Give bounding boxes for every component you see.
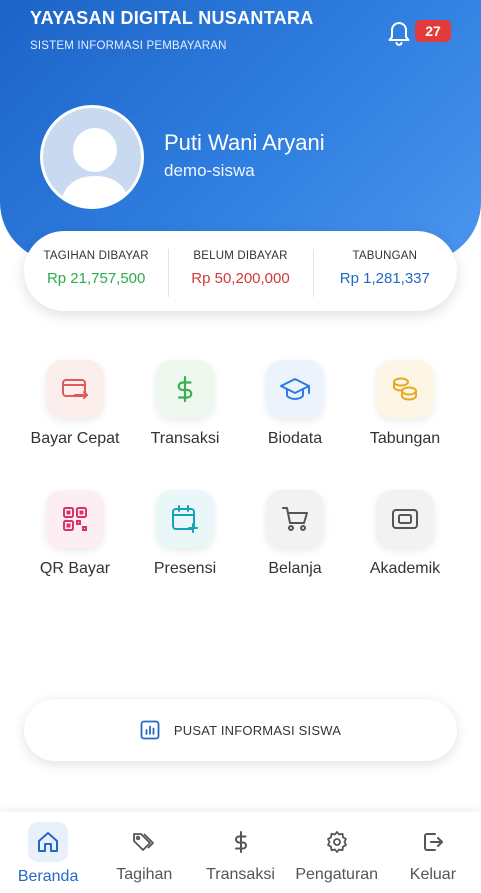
nav-label: Transaksi <box>206 866 275 883</box>
menu-label: QR Bayar <box>39 560 111 577</box>
avatar[interactable] <box>40 105 144 209</box>
bar-chart-icon <box>140 720 160 740</box>
tags-icon <box>133 833 155 851</box>
user-silhouette-icon <box>59 128 131 206</box>
dollar-icon <box>234 831 247 853</box>
summary-label: TAGIHAN DIBAYAR <box>43 250 149 262</box>
tablet-icon <box>392 509 418 529</box>
cart-icon <box>282 507 308 531</box>
menu-label: Bayar Cepat <box>30 430 120 447</box>
menu-label: Akademik <box>369 560 441 577</box>
summary-label: TABUNGAN <box>352 250 418 262</box>
nav-beranda[interactable]: Beranda <box>0 812 96 893</box>
menu-grid: Bayar Cepat Transaksi Biodata Tabungan Q… <box>20 360 460 620</box>
gear-icon <box>326 831 347 853</box>
nav-label: Pengaturan <box>295 866 379 883</box>
nav-keluar[interactable]: Keluar <box>385 812 481 893</box>
summary-paid[interactable]: TAGIHAN DIBAYAR Rp 21,757,500 <box>24 245 168 297</box>
graduation-cap-icon <box>280 378 310 400</box>
menu-akademik[interactable]: Akademik <box>350 490 460 620</box>
home-icon <box>38 832 59 852</box>
menu-biodata[interactable]: Biodata <box>240 360 350 490</box>
menu-label: Transaksi <box>150 430 220 447</box>
nav-transaksi[interactable]: Transaksi <box>192 812 288 893</box>
user-username: demo-siswa <box>164 161 255 180</box>
org-name: YAYASAN DIGITAL NUSANTARA <box>30 8 314 28</box>
payment-summary-card: TAGIHAN DIBAYAR Rp 21,757,500 BELUM DIBA… <box>24 231 457 311</box>
menu-label: Belanja <box>268 560 322 577</box>
summary-savings[interactable]: TABUNGAN Rp 1,281,337 <box>312 245 457 297</box>
menu-label: Presensi <box>153 560 217 577</box>
summary-unpaid[interactable]: BELUM DIBAYAR Rp 50,200,000 <box>168 245 312 297</box>
nav-tagihan[interactable]: Tagihan <box>96 812 192 893</box>
menu-qr-bayar[interactable]: QR Bayar <box>20 490 130 620</box>
coins-icon <box>393 377 417 401</box>
summary-label: BELUM DIBAYAR <box>193 250 288 262</box>
org-subtitle: SISTEM INFORMASI PEMBAYARAN <box>30 40 227 52</box>
nav-pengaturan[interactable]: Pengaturan <box>289 812 385 893</box>
bell-icon[interactable] <box>385 17 413 47</box>
menu-transaksi[interactable]: Transaksi <box>130 360 240 490</box>
card-transfer-icon <box>62 379 88 399</box>
nav-label: Tagihan <box>116 866 173 883</box>
menu-bayar-cepat[interactable]: Bayar Cepat <box>20 360 130 490</box>
nav-label: Beranda <box>17 868 79 885</box>
calendar-plus-icon <box>172 505 198 533</box>
user-name: Puti Wani Aryani <box>164 130 325 155</box>
info-center-label: PUSAT INFORMASI SISWA <box>173 722 342 738</box>
menu-label: Tabungan <box>369 430 441 447</box>
nav-label: Keluar <box>409 866 457 883</box>
summary-value: Rp 50,200,000 <box>191 270 290 287</box>
summary-value: Rp 21,757,500 <box>46 270 146 287</box>
summary-value: Rp 1,281,337 <box>339 270 430 287</box>
menu-belanja[interactable]: Belanja <box>240 490 350 620</box>
menu-label: Biodata <box>267 430 323 447</box>
notification-badge[interactable]: 27 <box>415 20 451 42</box>
info-center-button[interactable]: PUSAT INFORMASI SISWA <box>24 699 457 761</box>
dollar-icon <box>177 375 193 403</box>
menu-presensi[interactable]: Presensi <box>130 490 240 620</box>
menu-tabungan[interactable]: Tabungan <box>350 360 460 490</box>
qr-code-icon <box>63 507 87 531</box>
logout-icon <box>423 833 443 851</box>
bottom-navigation: Beranda Tagihan Transaksi Pengaturan Kel… <box>0 812 481 893</box>
header-banner: YAYASAN DIGITAL NUSANTARA SISTEM INFORMA… <box>0 0 481 262</box>
